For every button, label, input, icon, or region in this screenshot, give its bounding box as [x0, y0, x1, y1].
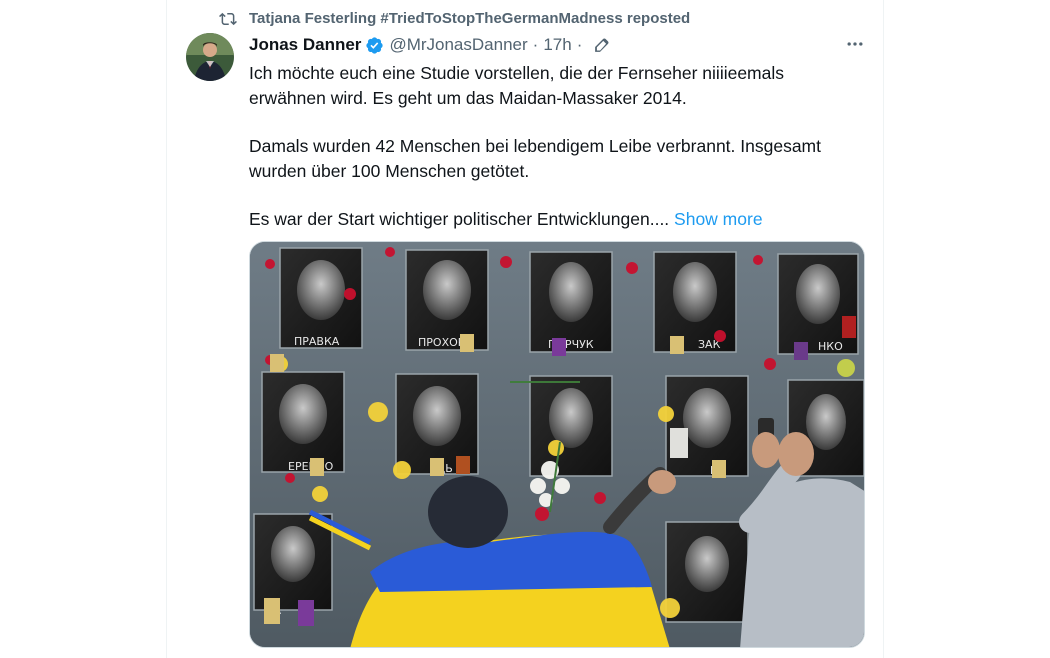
more-options-button[interactable]	[841, 33, 869, 55]
tweet-line: Damals wurden 42 Menschen bei lebendigem…	[249, 136, 821, 156]
repost-context-text[interactable]: Tatjana Festerling #TriedToStopTheGerman…	[249, 9, 690, 29]
timeline-column: Tatjana Festerling #TriedToStopTheGerman…	[166, 0, 884, 658]
tweet-paragraph-2: Damals wurden 42 Menschen bei lebendigem…	[249, 134, 869, 183]
avatar[interactable]	[186, 33, 234, 81]
author-name[interactable]: Jonas Danner	[249, 34, 361, 56]
tweet-line: erwähnen wird. Es geht um das Maidan-Mas…	[249, 87, 687, 108]
plate-label-5: НКО	[818, 340, 843, 353]
verified-badge-icon[interactable]	[365, 36, 384, 55]
tweet-paragraph-1: Ich möchte euch eine Studie vorstellen, …	[249, 61, 869, 110]
repost-icon	[219, 12, 237, 26]
tweet-line: Ich möchte euch eine Studie vorstellen, …	[249, 63, 785, 83]
tweet-media-photo[interactable]: ПРАВКА ПРОХОРС ПОРЧУК ЗАК НКО	[249, 241, 865, 648]
memorial-photo: ПРАВКА ПРОХОРС ПОРЧУК ЗАК НКО	[250, 242, 864, 647]
tweet-paragraph-3: Es war der Start wichtiger politischer E…	[249, 207, 869, 232]
separator-dot: ·	[532, 35, 539, 54]
more-options-icon	[847, 42, 863, 46]
tweet-line: wurden über 100 Menschen getötet.	[249, 160, 530, 181]
author-handle[interactable]: @MrJonasDanner	[389, 34, 527, 56]
page: Tatjana Festerling #TriedToStopTheGerman…	[0, 0, 1050, 658]
tweet-line: Es war der Start wichtiger politischer E…	[249, 209, 675, 229]
tweet-header: Jonas Danner @MrJonasDanner · 17h ·	[249, 33, 610, 57]
tweet-text: Ich möchte euch eine Studie vorstellen, …	[249, 61, 869, 232]
separator-dot-2: ·	[576, 35, 583, 54]
tweet-time[interactable]: 17h	[543, 34, 571, 56]
avatar-image	[186, 33, 234, 81]
edit-pencil-icon[interactable]	[593, 37, 610, 54]
show-more-link[interactable]: Show more	[674, 209, 763, 229]
plate-label-1: ПРАВКА	[294, 335, 340, 348]
